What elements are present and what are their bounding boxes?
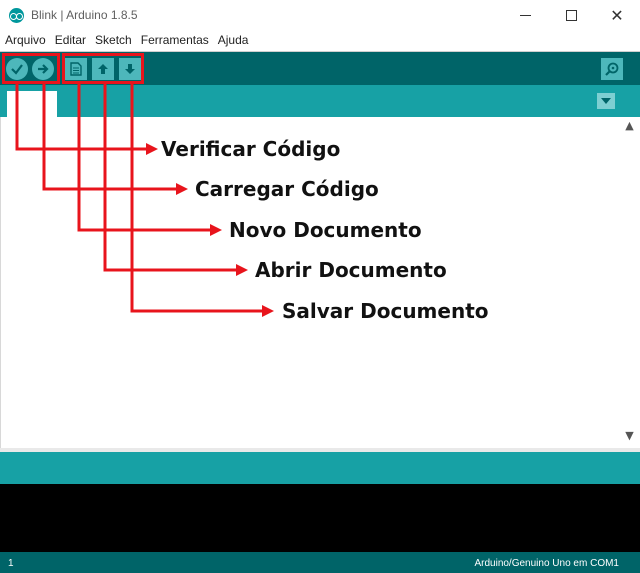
minimize-icon bbox=[519, 15, 531, 16]
serial-monitor-icon bbox=[605, 62, 619, 76]
highlight-box-run bbox=[2, 53, 60, 84]
annotation-upload: Carregar Código bbox=[195, 177, 379, 201]
minimize-button[interactable] bbox=[502, 0, 548, 31]
message-area bbox=[0, 452, 640, 484]
close-button[interactable]: ✕ bbox=[594, 0, 640, 31]
scroll-down-icon[interactable]: ▼ bbox=[621, 429, 638, 445]
scroll-up-icon[interactable]: ▲ bbox=[621, 119, 638, 135]
close-icon: ✕ bbox=[610, 6, 624, 25]
menu-ajuda[interactable]: Ajuda bbox=[213, 31, 253, 51]
chevron-down-icon bbox=[601, 98, 611, 104]
tab-strip bbox=[0, 85, 640, 117]
highlight-box-file bbox=[62, 53, 144, 84]
title-bar: Blink | Arduino 1.8.5 ✕ bbox=[0, 0, 640, 31]
menu-sketch[interactable]: Sketch bbox=[90, 31, 136, 51]
status-bar: 1 Arduino/Genuino Uno em COM1 bbox=[0, 552, 640, 573]
annotation-new: Novo Documento bbox=[229, 218, 422, 242]
tab-menu-button[interactable] bbox=[597, 93, 615, 109]
console-output[interactable] bbox=[0, 484, 640, 552]
annotation-verify: Verificar Código bbox=[161, 137, 341, 161]
arduino-logo-icon bbox=[9, 8, 24, 23]
annotation-save: Salvar Documento bbox=[282, 299, 489, 323]
maximize-icon bbox=[565, 10, 577, 21]
tab-sketch[interactable] bbox=[7, 91, 57, 117]
menu-arquivo[interactable]: Arquivo bbox=[0, 31, 50, 51]
maximize-button[interactable] bbox=[548, 0, 594, 31]
board-info: Arduino/Genuino Uno em COM1 bbox=[474, 558, 619, 569]
annotation-open: Abrir Documento bbox=[255, 258, 447, 282]
menu-bar: Arquivo Editar Sketch Ferramentas Ajuda bbox=[0, 31, 640, 51]
menu-editar[interactable]: Editar bbox=[50, 31, 90, 51]
code-editor[interactable] bbox=[0, 117, 640, 448]
serial-monitor-button[interactable] bbox=[601, 58, 623, 80]
window-title: Blink | Arduino 1.8.5 bbox=[31, 8, 138, 22]
editor-scrollbar[interactable]: ▲ ▼ bbox=[621, 117, 638, 448]
menu-ferramentas[interactable]: Ferramentas bbox=[136, 31, 213, 51]
line-number: 1 bbox=[8, 558, 14, 569]
